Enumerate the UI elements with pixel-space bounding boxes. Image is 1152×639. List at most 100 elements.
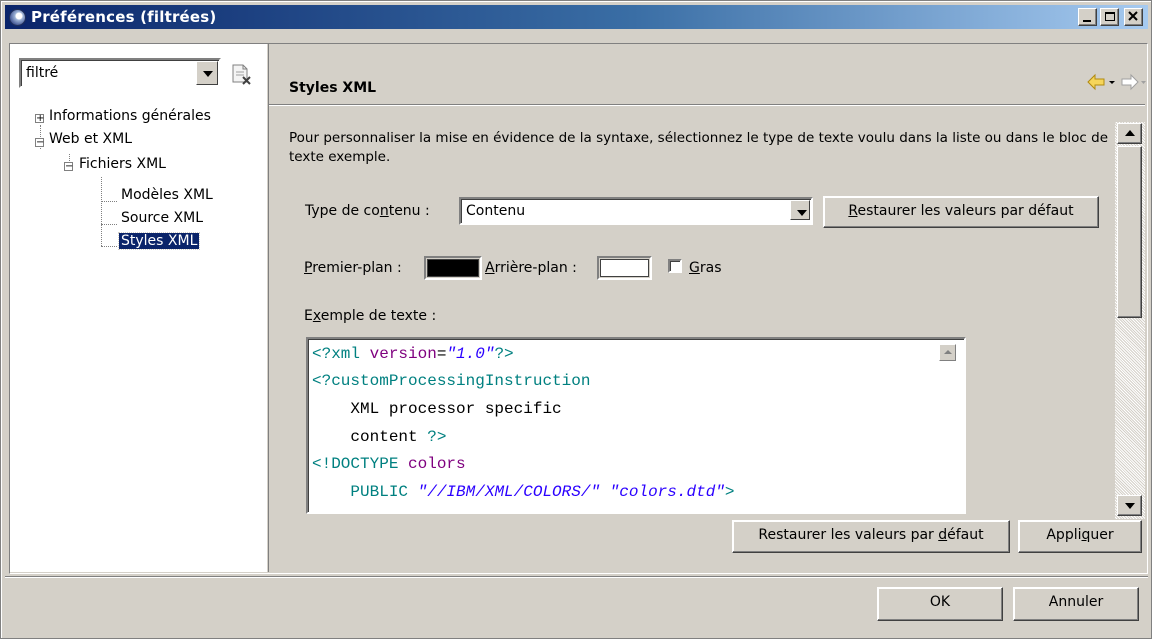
label-text: emple de texte : (320, 308, 437, 324)
forward-arrow-icon[interactable] (1121, 73, 1139, 91)
button-label: estaurer les valeurs par défaut (857, 203, 1074, 219)
tree-line (101, 224, 117, 225)
code-token: <?customProcessingInstruction (312, 372, 591, 390)
background-color-button[interactable] (597, 256, 652, 280)
foreground-color-button[interactable] (424, 256, 482, 280)
button-label: éfaut (947, 527, 984, 543)
code-token: PUBLIC (312, 483, 418, 501)
close-icon (1128, 11, 1138, 21)
code-token: "//IBM/XML/COLORS/" (417, 483, 601, 501)
code-token: ?> (427, 428, 447, 446)
restore-defaults-button[interactable]: Restaurer les valeurs par défaut (732, 520, 1010, 553)
content-type-select[interactable]: Contenu (459, 197, 813, 225)
button-label: uer (1090, 527, 1114, 543)
forward-dropdown-icon[interactable] (1141, 81, 1146, 84)
tree-item-informations-generales[interactable]: Informations générales (49, 108, 211, 124)
apply-button[interactable]: Appliquer (1018, 520, 1142, 553)
code-token: > (724, 483, 735, 501)
code-line: <?customProcessingInstruction (312, 372, 590, 390)
label-mnemonic: x (312, 308, 321, 324)
code-token: colors (408, 455, 466, 473)
content-type-label: Type de contenu : (305, 203, 430, 219)
clear-filter-icon[interactable] (229, 63, 253, 85)
tree-item-source-xml[interactable]: Source XML (121, 210, 203, 226)
restore-defaults-top-button[interactable]: Restaurer les valeurs par défaut (823, 196, 1099, 228)
bold-label: Gras (689, 260, 722, 276)
scroll-down-button[interactable] (1117, 495, 1142, 516)
tree-line (101, 177, 102, 246)
collapse-icon[interactable]: − (35, 138, 44, 148)
close-button[interactable] (1124, 8, 1143, 26)
code-token: <?xml (312, 345, 370, 363)
cancel-label: Annuler (1048, 594, 1104, 610)
code-line: PUBLIC "//IBM/XML/COLORS/" "colors.dtd"> (312, 483, 735, 501)
code-token: XML processor specific (312, 400, 562, 418)
title-bar[interactable]: Préférences (filtrées) (5, 5, 1148, 29)
maximize-icon (1105, 12, 1115, 21)
tree-item-fichiers-xml[interactable]: Fichiers XML (79, 156, 166, 172)
footer-separator (5, 576, 1148, 578)
maximize-button[interactable] (1100, 8, 1119, 26)
code-token: ?> (494, 345, 514, 363)
expand-icon[interactable]: + (35, 114, 44, 124)
label-text: E (304, 308, 313, 324)
preferences-window: Préférences (filtrées) filtré + Informat… (0, 0, 1152, 639)
back-arrow-icon[interactable] (1087, 73, 1105, 91)
ok-label: OK (929, 594, 951, 610)
label-mnemonic: G (689, 260, 700, 276)
page-title: Styles XML (289, 80, 377, 96)
back-dropdown-icon[interactable] (1109, 81, 1115, 84)
window-title: Préférences (filtrées) (31, 8, 217, 26)
tree-item-modeles-xml[interactable]: Modèles XML (121, 187, 213, 203)
code-token: "colors.dtd" (609, 483, 725, 501)
button-label: Appli (1046, 527, 1082, 543)
code-token: <!DOCTYPE (312, 455, 409, 473)
tree-item-web-xml[interactable]: Web et XML (49, 131, 132, 147)
tree-line (101, 201, 117, 202)
scroll-up-button[interactable] (1117, 123, 1142, 144)
tree-line (101, 246, 117, 247)
scroll-thumb[interactable] (1117, 146, 1142, 318)
content-type-value: Contenu (466, 203, 526, 219)
label-mnemonic: A (485, 260, 495, 276)
bold-checkbox[interactable] (668, 259, 682, 273)
button-mnemonic: d (938, 527, 948, 543)
ok-button[interactable]: OK (877, 587, 1003, 621)
code-scroll-up-button[interactable] (939, 344, 956, 361)
label-text: Type de co (305, 203, 380, 219)
chevron-down-icon[interactable] (196, 61, 218, 85)
code-token: version (369, 345, 437, 363)
sample-text-area[interactable]: <?xml version="1.0"?> <?customProcessing… (306, 337, 966, 514)
code-line: <?xml version="1.0"?> (312, 345, 514, 363)
eclipse-icon (9, 9, 26, 26)
code-token: "1.0" (446, 345, 495, 363)
history-navigation (1087, 73, 1146, 91)
label-mnemonic: P (304, 260, 313, 276)
label-text: ras (699, 260, 722, 276)
code-token: = (436, 345, 447, 363)
minimize-icon (1083, 20, 1091, 22)
label-text: tenu : (388, 203, 430, 219)
sample-label: Exemple de texte : (304, 308, 436, 324)
code-line: <!DOCTYPE colors (312, 455, 466, 473)
filter-combo[interactable]: filtré (19, 58, 221, 88)
background-color-swatch (600, 259, 649, 277)
foreground-label: Premier-plan : (304, 260, 402, 276)
code-line: XML processor specific (312, 400, 562, 418)
minimize-button[interactable] (1078, 8, 1097, 26)
page-description: Pour personnaliser la mise en évidence d… (289, 130, 1109, 165)
tree-item-styles-xml[interactable]: Styles XML (117, 232, 201, 250)
code-token: content (312, 428, 428, 446)
cancel-button[interactable]: Annuler (1013, 587, 1139, 621)
collapse-icon[interactable]: − (64, 162, 73, 172)
label-text: remier-plan : (312, 260, 402, 276)
chevron-down-icon[interactable] (790, 200, 810, 220)
background-label: Arrière-plan : (485, 260, 577, 276)
filter-value: filtré (26, 65, 59, 81)
foreground-color-swatch (427, 259, 479, 277)
label-mnemonic: n (379, 203, 389, 219)
button-label: Restaurer les valeurs par (758, 527, 939, 543)
code-line: content ?> (312, 428, 446, 446)
header-separator (269, 104, 1145, 106)
